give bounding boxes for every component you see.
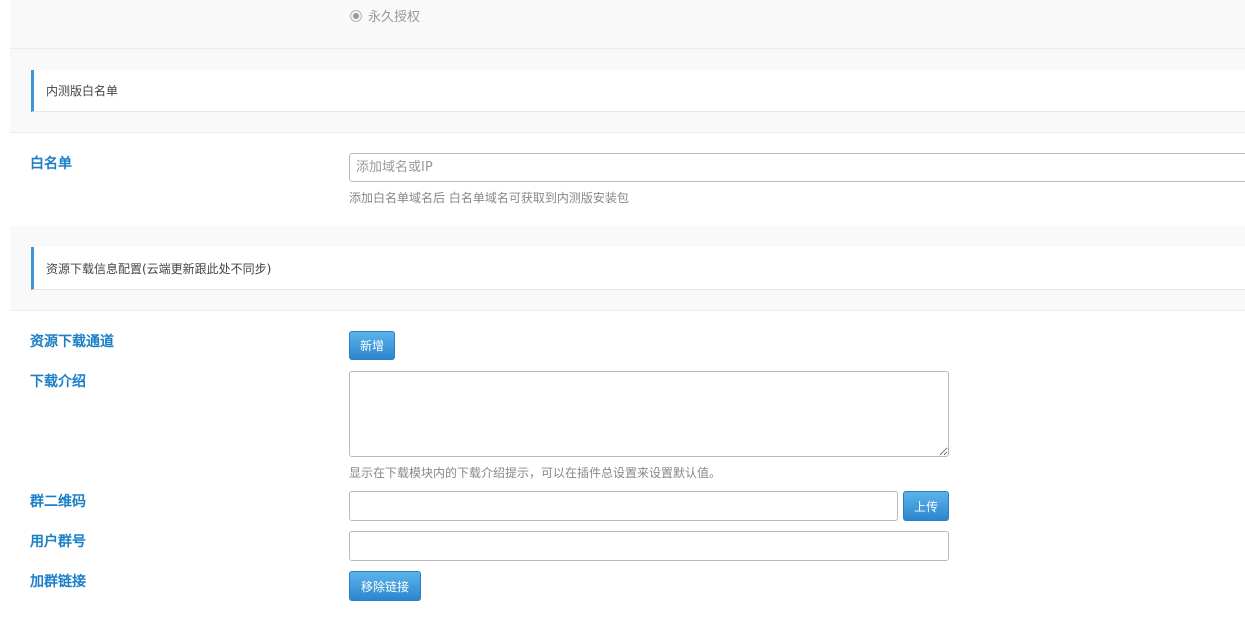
upload-qrcode-button[interactable]: 上传 [903, 491, 949, 521]
resource-section-title: 资源下载信息配置(云端更新跟此处不同步) [31, 247, 1245, 290]
download-channel-label: 资源下载通道 [30, 334, 114, 350]
license-option-permanent[interactable]: 永久授权 [350, 6, 420, 25]
join-group-link-label: 加群链接 [30, 574, 86, 590]
license-option-label: 永久授权 [368, 10, 421, 25]
user-group-number-label: 用户群号 [30, 534, 86, 550]
add-download-channel-button[interactable]: 新增 [349, 331, 395, 360]
whitelist-section-title: 内测版白名单 [31, 70, 1245, 112]
download-intro-label: 下载介绍 [30, 374, 86, 390]
download-intro-textarea[interactable] [349, 371, 949, 457]
group-qrcode-input[interactable] [349, 491, 898, 521]
download-intro-hint: 显示在下载模块内的下载介绍提示，可以在插件总设置来设置默认值。 [349, 466, 722, 480]
remove-link-button[interactable]: 移除链接 [349, 571, 421, 601]
user-group-number-input[interactable] [349, 531, 949, 561]
whitelist-section-title-text: 内测版白名单 [46, 84, 119, 98]
whitelist-label: 白名单 [30, 156, 72, 172]
license-row [10, 0, 1245, 49]
radio-selected-icon[interactable] [350, 9, 362, 22]
whitelist-input[interactable] [349, 153, 1245, 182]
group-qrcode-label: 群二维码 [30, 494, 86, 510]
resource-section-title-text: 资源下载信息配置(云端更新跟此处不同步) [46, 261, 272, 276]
whitelist-hint: 添加白名单域名后 白名单域名可获取到内测版安装包 [349, 191, 629, 205]
